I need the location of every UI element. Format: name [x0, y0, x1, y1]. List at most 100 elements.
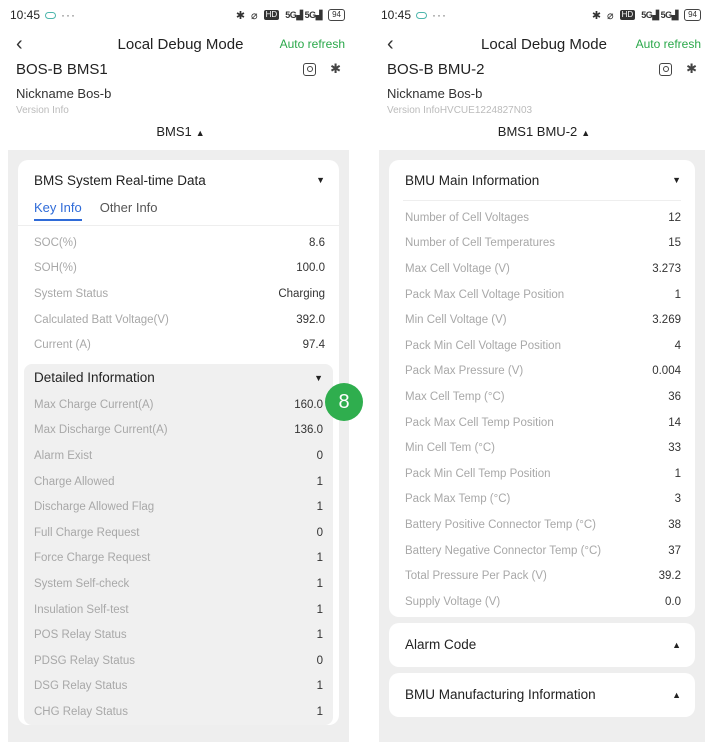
back-icon[interactable]: ‹: [387, 34, 407, 54]
row-value: 0: [316, 449, 323, 462]
data-row: Battery Negative Connector Temp (°C) 37: [389, 538, 695, 564]
row-value: 1: [316, 501, 323, 514]
device-selector[interactable]: BMS1 BMU-2 ▲: [387, 124, 701, 142]
row-label: Max Cell Temp (°C): [405, 390, 505, 403]
back-icon[interactable]: ‹: [16, 34, 36, 54]
row-label: Pack Max Cell Voltage Position: [405, 288, 565, 301]
caret-up-icon[interactable]: ▲: [672, 690, 681, 700]
row-label: Number of Cell Temperatures: [405, 237, 555, 250]
row-label: Alarm Exist: [34, 449, 93, 462]
data-row: Pack Min Cell Voltage Position 4: [389, 333, 695, 359]
data-row: System Status Charging: [18, 281, 339, 307]
row-label: Max Cell Voltage (V): [405, 262, 510, 275]
caret-down-icon[interactable]: ▼: [316, 175, 325, 185]
card-title: BMU Main Information: [405, 172, 540, 188]
cloud-icon: [45, 11, 57, 19]
device-selector[interactable]: BMS1 ▲: [16, 124, 345, 142]
caret-down-icon[interactable]: ▼: [672, 175, 681, 185]
row-value: 3: [674, 493, 681, 506]
data-row: Charge Allowed 1: [24, 469, 333, 495]
status-bar: 10:45 ··· ✱ ⌀ HD 5G▟ 5G▟ 94: [379, 0, 705, 30]
row-value: 100.0: [296, 262, 325, 275]
data-row: CHG Relay Status 1: [24, 699, 333, 725]
data-row: Force Charge Request 1: [24, 546, 333, 572]
data-row: Max Cell Voltage (V) 3.273: [389, 256, 695, 282]
row-value: 3.269: [652, 314, 681, 327]
row-label: Calculated Batt Voltage(V): [34, 313, 169, 326]
tab-bar: Key Info Other Info: [18, 200, 339, 226]
row-label: Min Cell Tem (°C): [405, 442, 496, 455]
status-bar: 10:45 ··· ✱ ⌀ HD 5G▟ 5G▟ 94: [8, 0, 349, 30]
left-screen: 10:45 ··· ✱ ⌀ HD 5G▟ 5G▟ 94 ‹ Local Debu…: [8, 0, 349, 742]
card-header[interactable]: BMU Main Information ▼: [389, 160, 695, 200]
row-label: Number of Cell Voltages: [405, 211, 530, 224]
row-label: CHG Relay Status: [34, 705, 128, 718]
row-value: 0.004: [652, 365, 681, 378]
alarm-status-icon: ⌀: [607, 9, 614, 22]
row-value: 8.6: [309, 236, 325, 249]
row-label: Battery Negative Connector Temp (°C): [405, 544, 602, 557]
row-value: 14: [668, 416, 681, 429]
caret-up-icon: ▲: [581, 128, 591, 138]
row-value: 37: [668, 544, 681, 557]
auto-refresh-button[interactable]: Auto refresh: [636, 37, 701, 51]
card-title: BMS System Real-time Data: [34, 172, 206, 188]
auto-refresh-button[interactable]: Auto refresh: [280, 37, 345, 51]
row-value: 4: [674, 339, 681, 352]
row-label: Pack Min Cell Voltage Position: [405, 339, 561, 352]
row-label: Pack Max Pressure (V): [405, 365, 524, 378]
bmu-manufacturing-card[interactable]: BMU Manufacturing Information ▲: [389, 672, 695, 717]
row-label: Force Charge Request: [34, 552, 151, 565]
data-row: Supply Voltage (V) 0.0: [389, 589, 695, 615]
data-row: Alarm Exist 0: [24, 443, 333, 469]
row-label: Total Pressure Per Pack (V): [405, 570, 547, 583]
data-row: Total Pressure Per Pack (V) 39.2: [389, 563, 695, 589]
data-row: SOC(%) 8.6: [18, 230, 339, 256]
row-label: Discharge Allowed Flag: [34, 501, 155, 514]
nickname: Nickname Bos-b: [387, 86, 483, 101]
caret-down-icon[interactable]: ▼: [314, 373, 323, 383]
row-value: 33: [668, 442, 681, 455]
data-row: Number of Cell Temperatures 15: [389, 231, 695, 257]
cloud-icon: [416, 11, 428, 19]
card-header[interactable]: Alarm Code ▲: [389, 623, 695, 667]
row-value: 3.273: [652, 262, 681, 275]
row-value: 39.2: [658, 570, 681, 583]
card-header[interactable]: BMU Manufacturing Information ▲: [389, 673, 695, 717]
data-row: Max Cell Temp (°C) 36: [389, 384, 695, 410]
alarm-code-card[interactable]: Alarm Code ▲: [389, 622, 695, 667]
row-label: Charge Allowed: [34, 475, 115, 488]
signal-icon: 5G▟ 5G▟: [285, 9, 323, 20]
tab-other-info[interactable]: Other Info: [100, 200, 158, 219]
bluetooth-icon[interactable]: ✱: [330, 61, 341, 77]
row-value: 392.0: [296, 313, 325, 326]
settings-icon[interactable]: [659, 62, 673, 76]
row-label: Max Discharge Current(A): [34, 424, 168, 437]
row-label: Battery Positive Connector Temp (°C): [405, 518, 597, 531]
row-label: Max Charge Current(A): [34, 398, 154, 411]
data-row: Max Charge Current(A) 160.0: [24, 392, 333, 418]
signal-icon: 5G▟ 5G▟: [641, 9, 679, 20]
row-value: 1: [316, 629, 323, 642]
data-row: Pack Max Cell Temp Position 14: [389, 410, 695, 436]
data-row: Pack Min Cell Temp Position 1: [389, 461, 695, 487]
data-row: DSG Relay Status 1: [24, 674, 333, 700]
caret-up-icon[interactable]: ▲: [672, 640, 681, 650]
row-value: 1: [316, 577, 323, 590]
content-area: BMS System Real-time Data ▼ Key Info Oth…: [8, 150, 349, 742]
tab-key-info[interactable]: Key Info: [34, 200, 82, 221]
bluetooth-icon[interactable]: ✱: [686, 61, 697, 77]
row-label: Insulation Self-test: [34, 603, 129, 616]
card-header[interactable]: BMS System Real-time Data ▼: [18, 160, 339, 200]
battery-icon: 94: [684, 9, 701, 21]
data-row: Min Cell Tem (°C) 33: [389, 435, 695, 461]
detail-title: Detailed Information: [34, 370, 155, 386]
caret-up-icon: ▲: [195, 128, 205, 138]
data-row: Min Cell Voltage (V) 3.269: [389, 307, 695, 333]
detail-header[interactable]: Detailed Information ▼: [24, 364, 333, 392]
page-header: ‹ Local Debug Mode Auto refresh BOS-B BM…: [379, 30, 705, 142]
row-value: 12: [668, 211, 681, 224]
data-row: Pack Max Temp (°C) 3: [389, 487, 695, 513]
settings-icon[interactable]: [303, 62, 317, 76]
row-value: 1: [316, 680, 323, 693]
